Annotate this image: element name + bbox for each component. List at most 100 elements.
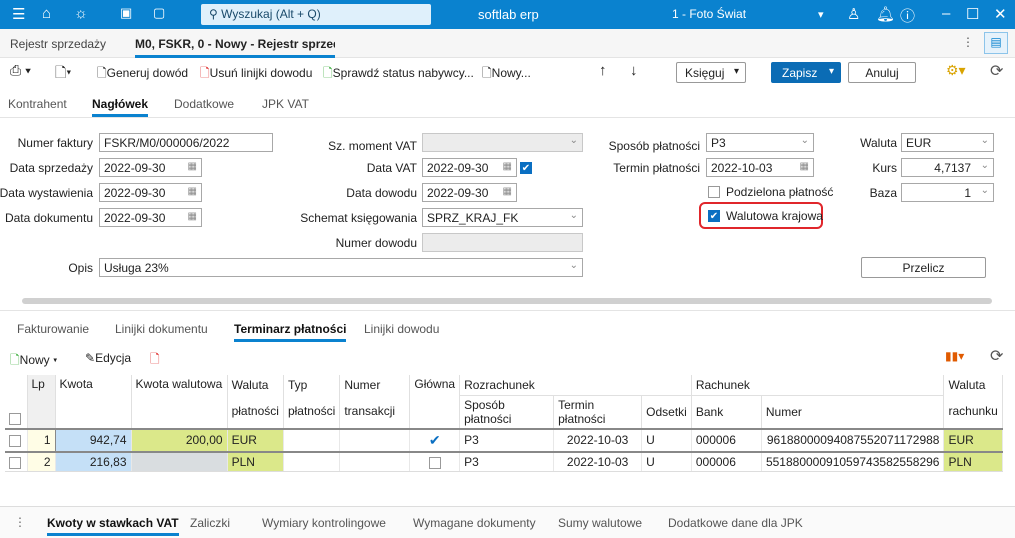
glowna-checkbox[interactable] — [409, 451, 461, 472]
calendar-icon[interactable]: ▦ — [188, 211, 197, 222]
grid-edit-button[interactable]: ✎Edycja — [85, 351, 131, 365]
light-icon[interactable]: ☼ — [74, 5, 88, 22]
cell-kwota-walutowa[interactable] — [131, 451, 228, 472]
tab-rejestr[interactable]: Rejestr sprzedaży — [10, 37, 106, 51]
new-button[interactable]: 🗋︎Nowy... — [482, 64, 531, 85]
col-waluta-rachunku[interactable]: Waluta — [943, 375, 1003, 395]
data-vat-checkbox[interactable]: ✔ — [520, 162, 532, 174]
sposob-platnosci-select[interactable]: P3 ⌄ — [706, 133, 814, 152]
termin-platnosci-input[interactable]: 2022-10-03 ▦ — [706, 158, 814, 177]
tab-linijki-dokumentu[interactable]: Linijki dokumentu — [115, 322, 208, 336]
col-waluta[interactable]: Waluta — [227, 375, 284, 395]
arrow-up-icon[interactable]: ↑ — [599, 62, 607, 79]
cell-termin[interactable]: 2022-10-03 — [553, 428, 643, 452]
col-termin[interactable]: Termin płatności — [553, 395, 643, 429]
calendar-icon[interactable]: ▦ — [188, 161, 197, 172]
cell-nr[interactable] — [339, 428, 411, 452]
row-checkbox[interactable] — [5, 428, 28, 452]
cancel-button[interactable]: Anuluj — [848, 62, 916, 83]
cell-numer[interactable]: 55188000091059743582558296 — [761, 451, 945, 472]
cell-waluta-rachunku[interactable]: PLN — [943, 451, 1003, 472]
tab-terminarz[interactable]: Terminarz płatności — [234, 322, 347, 342]
numer-faktury-input[interactable]: FSKR/M0/000006/2022 — [99, 133, 273, 152]
data-dokumentu-input[interactable]: 2022-09-30 ▦ — [99, 208, 202, 227]
tab-zaliczki[interactable]: Zaliczki — [190, 516, 230, 530]
walutowa-krajowa-checkbox[interactable]: ✔ — [708, 210, 720, 222]
waluta-select[interactable]: EUR ⌄ — [901, 133, 994, 152]
table-row[interactable]: 1 942,74 200,00 EUR ✔ P3 2022-10-03 U 00… — [5, 428, 1003, 452]
calendar-icon[interactable]: ▦ — [503, 186, 512, 197]
cell-kwota[interactable]: 216,83 — [55, 451, 132, 472]
col-glowna[interactable]: Główna — [409, 375, 461, 429]
more-icon[interactable]: ⋮ — [14, 515, 26, 529]
col-typ[interactable]: Typ — [283, 375, 341, 395]
cell-lp[interactable]: 1 — [26, 428, 56, 452]
refresh-icon[interactable]: ⟳ — [990, 61, 1003, 81]
cell-waluta-rachunku[interactable]: EUR — [943, 428, 1003, 452]
data-wystawienia-input[interactable]: 2022-09-30 ▦ — [99, 183, 202, 202]
grid-refresh-icon[interactable]: ⟳ — [990, 346, 1003, 366]
bell-icon[interactable]: 🔔︎ — [876, 5, 895, 23]
cell-typ[interactable] — [283, 428, 341, 452]
data-sprzedazy-input[interactable]: 2022-09-30 ▦ — [99, 158, 202, 177]
calendar-icon[interactable]: ▦ — [503, 161, 512, 172]
cell-typ[interactable] — [283, 451, 341, 472]
save-button[interactable]: Zapisz ▾ — [771, 62, 841, 83]
tab-sumy[interactable]: Sumy walutowe — [558, 516, 642, 530]
tab-kontrahent[interactable]: Kontrahent — [8, 97, 67, 111]
tab-wymiary[interactable]: Wymiary kontrolingowe — [262, 516, 386, 530]
opis-input[interactable]: Usługa 23% ⌄ — [99, 258, 583, 277]
grid-new-button[interactable]: 🗋︎Nowy ▾ — [10, 351, 57, 372]
col-numer[interactable]: Numer — [761, 395, 945, 429]
chevron-down-icon[interactable]: ▾ — [818, 8, 824, 21]
cell-bank[interactable]: 000006 — [691, 428, 762, 452]
cell-kwota-walutowa[interactable]: 200,00 — [131, 428, 228, 452]
cell-odsetki[interactable]: U — [641, 451, 692, 472]
col-kwota-walutowa[interactable]: Kwota walutowa — [131, 375, 228, 429]
col-odsetki[interactable]: Odsetki — [641, 395, 692, 429]
kurs-input[interactable]: 4,7137 ⌄ — [901, 158, 994, 177]
document-settings-icon[interactable]: 🗋︎▾ — [55, 62, 71, 86]
tab-kwoty-vat[interactable]: Kwoty w stawkach VAT — [47, 516, 179, 536]
baza-input[interactable]: 1 ⌄ — [901, 183, 994, 202]
tab-jpk[interactable]: Dodatkowe dane dla JPK — [668, 516, 803, 530]
horizontal-scrollbar[interactable] — [22, 298, 992, 304]
arrow-down-icon[interactable]: ↓ — [630, 62, 638, 79]
calendar-icon[interactable]: ▦ — [188, 186, 197, 197]
numer-dowodu-input[interactable] — [422, 233, 583, 252]
tab-current-document[interactable]: M0, FSKR, 0 - Nowy - Rejestr sprzedaży — [135, 37, 335, 58]
chart-icon[interactable]: ▮▮▾ — [945, 349, 964, 363]
tab-linijki-dowodu[interactable]: Linijki dowodu — [364, 322, 439, 336]
cell-odsetki[interactable]: U — [641, 428, 692, 452]
cell-sposob[interactable]: P3 — [459, 451, 555, 472]
settings-icon[interactable]: ⚙▾ — [946, 62, 966, 79]
col-kwota[interactable]: Kwota — [55, 375, 132, 429]
tab-jpk-vat[interactable]: JPK VAT — [262, 97, 309, 111]
calendar-icon[interactable]: ▦ — [800, 161, 809, 172]
select-all-checkbox[interactable] — [5, 375, 28, 429]
schemat-select[interactable]: SPRZ_KRAJ_FK ⌄ — [422, 208, 583, 227]
cell-kwota[interactable]: 942,74 — [55, 428, 132, 452]
ksieguj-dropdown[interactable]: Księguj ▾ — [676, 62, 746, 83]
print-icon[interactable]: ⎙ ▾ — [10, 62, 31, 79]
col-numer-transakcji[interactable]: Numer — [339, 375, 411, 395]
tab-fakturowanie[interactable]: Fakturowanie — [17, 322, 89, 336]
search-input[interactable]: ⚲ Wyszukaj (Alt + Q) — [201, 4, 431, 25]
col-sposob[interactable]: Sposób płatności — [459, 395, 555, 429]
podzielona-checkbox[interactable] — [708, 186, 720, 198]
delete-lines-button[interactable]: 🗋︎Usuń linijki dowodu — [200, 64, 312, 85]
cell-nr[interactable] — [339, 451, 411, 472]
maximize-icon[interactable]: ☐ — [966, 5, 979, 23]
minimize-icon[interactable]: – — [942, 5, 950, 22]
chevron-down-icon[interactable]: ⌄ — [570, 260, 578, 271]
przelicz-button[interactable]: Przelicz — [861, 257, 986, 278]
tab-wymagane[interactable]: Wymagane dokumenty — [413, 516, 536, 530]
close-icon[interactable]: ✕ — [994, 5, 1007, 23]
table-row[interactable]: 2 216,83 PLN P3 2022-10-03 U 000006 5518… — [5, 451, 1003, 472]
data-vat-input[interactable]: 2022-09-30 ▦ — [422, 158, 517, 177]
cell-sposob[interactable]: P3 — [459, 428, 555, 452]
cell-numer[interactable]: 96188000094087552071172988 — [761, 428, 945, 452]
generate-button[interactable]: 🗋︎Generuj dowód — [97, 64, 188, 85]
tab-dodatkowe[interactable]: Dodatkowe — [174, 97, 234, 111]
help-icon[interactable]: ⓘ — [900, 5, 915, 26]
